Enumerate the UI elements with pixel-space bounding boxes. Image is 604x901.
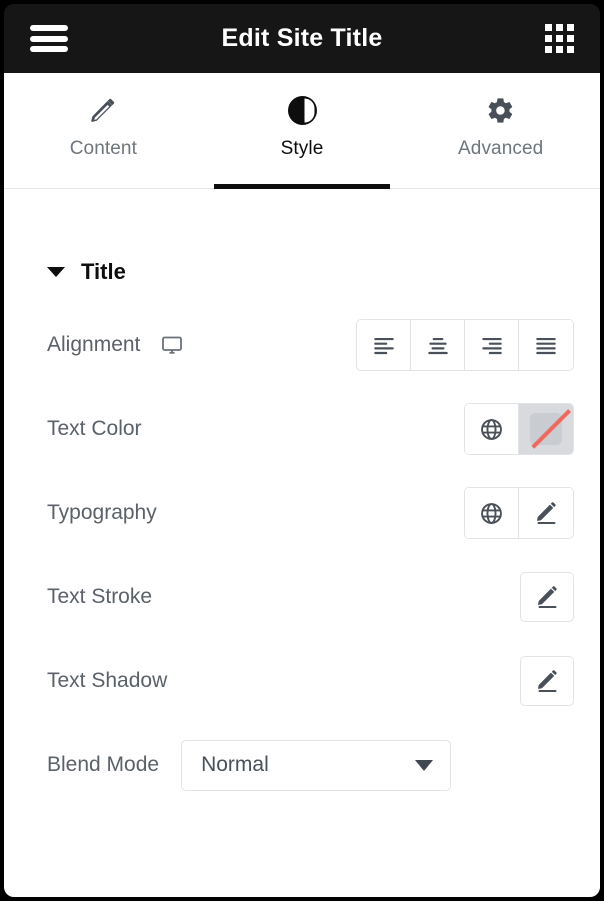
tab-style[interactable]: Style [203,73,402,188]
alignment-button-group [356,319,574,371]
alignment-label: Alignment [47,333,141,356]
hamburger-bar [30,46,68,52]
control-row-text-shadow: Text Shadow [30,639,574,723]
align-left-button[interactable] [357,320,411,370]
text-color-label: Text Color [47,417,142,440]
style-controls: Title Alignment Text Color Typography Te… [4,241,600,807]
globe-icon [481,502,502,524]
typography-label: Typography [47,501,157,524]
section-title: Title [81,259,126,284]
text-color-swatch-button[interactable] [519,404,573,454]
tab-advanced[interactable]: Advanced [401,73,600,188]
text-color-global-button[interactable] [465,404,519,454]
align-justify-button[interactable] [519,320,573,370]
grid-cell [556,35,563,42]
globe-icon [481,418,502,440]
grid-cell [567,46,574,53]
no-color-swatch-icon [530,413,562,445]
control-row-alignment: Alignment [30,303,574,387]
blend-mode-label: Blend Mode [47,753,160,776]
tab-label: Content [69,138,137,159]
panel-header: Edit Site Title [4,4,600,73]
control-row-blend-mode: Blend Mode Normal [30,723,574,807]
text-color-button-group [464,403,574,455]
grid-cell [545,46,552,53]
hamburger-menu-icon[interactable] [30,25,68,52]
tab-label: Style [280,138,324,159]
hamburger-bar [30,35,68,42]
text-stroke-label: Text Stroke [47,585,153,608]
grid-cell [567,35,574,42]
hamburger-bar [30,25,68,31]
typography-global-button[interactable] [465,488,519,538]
grid-cell [556,46,563,53]
caret-down-icon [47,267,65,277]
contrast-icon [287,95,317,125]
pencil-edit-icon [537,669,557,692]
grid-cell [545,35,552,42]
grid-cell [545,24,552,31]
align-left-icon [373,337,394,355]
blend-mode-select[interactable]: Normal [181,739,452,791]
chevron-down-icon [415,759,434,771]
align-center-button[interactable] [411,320,465,370]
tab-content[interactable]: Content [4,73,203,188]
blend-mode-value: Normal [201,753,269,776]
typography-edit-button[interactable] [519,488,573,538]
editor-panel-window: Edit Site Title Content Style Advanced T… [0,0,604,901]
align-center-icon [427,337,448,355]
control-row-text-color: Text Color [30,387,574,471]
grid-apps-icon[interactable] [545,24,574,53]
grid-cell [567,24,574,31]
panel-body: Content Style Advanced Title Alignment T… [4,73,600,897]
align-justify-icon [536,337,556,355]
desktop-monitor-icon[interactable] [160,333,184,357]
section-header-title[interactable]: Title [30,241,574,303]
control-row-text-stroke: Text Stroke [30,555,574,639]
control-row-typography: Typography [30,471,574,555]
pencil-icon [88,95,118,125]
text-shadow-edit-button[interactable] [520,656,574,706]
align-right-icon [481,337,502,355]
pencil-edit-icon [536,501,556,524]
text-shadow-label: Text Shadow [47,669,168,692]
align-right-button[interactable] [465,320,519,370]
text-stroke-edit-button[interactable] [520,572,574,622]
tab-label: Advanced [458,138,544,159]
typography-button-group [464,487,574,539]
grid-cell [556,24,563,31]
gear-icon [486,95,515,125]
pencil-edit-icon [537,585,557,608]
tab-bar: Content Style Advanced [4,73,600,189]
page-title: Edit Site Title [221,24,383,52]
